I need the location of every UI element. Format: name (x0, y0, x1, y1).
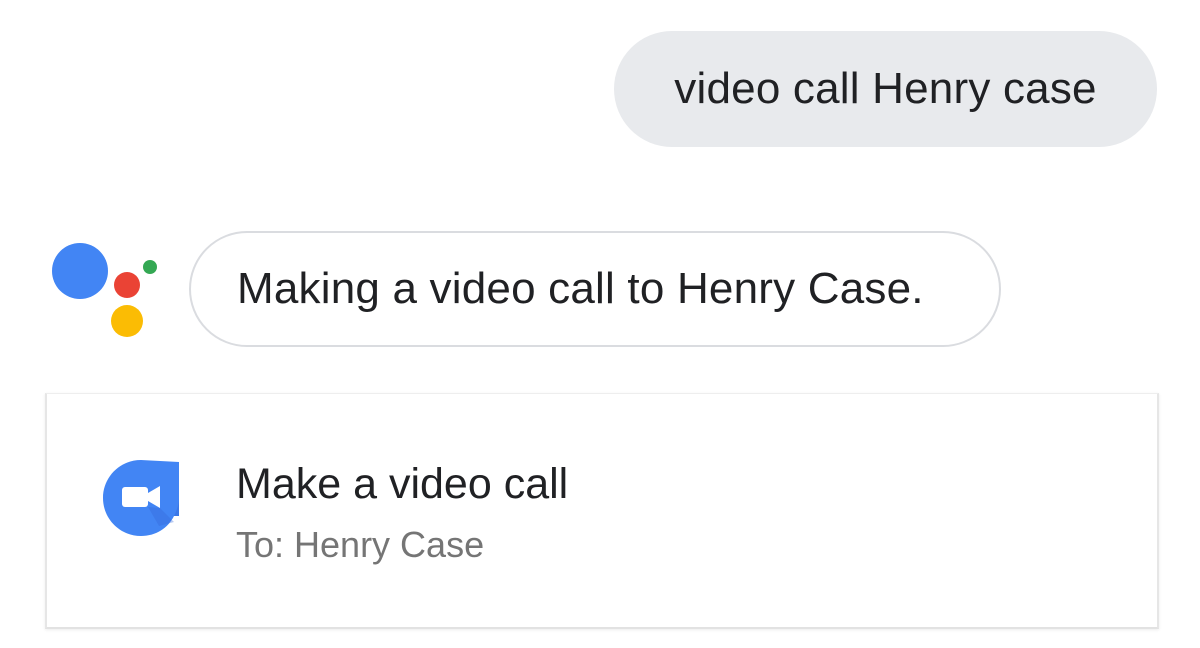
google-assistant-icon (52, 243, 157, 337)
card-subtitle: To: Henry Case (236, 524, 485, 565)
assistant-response-bubble: Making a video call to Henry Case. (189, 231, 1001, 347)
user-query-text: video call Henry case (674, 64, 1097, 113)
duo-video-camera-icon (103, 460, 179, 536)
user-query-bubble: video call Henry case (614, 31, 1157, 147)
card-title: Make a video call (236, 460, 569, 508)
assistant-response-text: Making a video call to Henry Case. (237, 264, 924, 313)
video-call-card[interactable]: Make a video call To: Henry Case (45, 393, 1159, 629)
